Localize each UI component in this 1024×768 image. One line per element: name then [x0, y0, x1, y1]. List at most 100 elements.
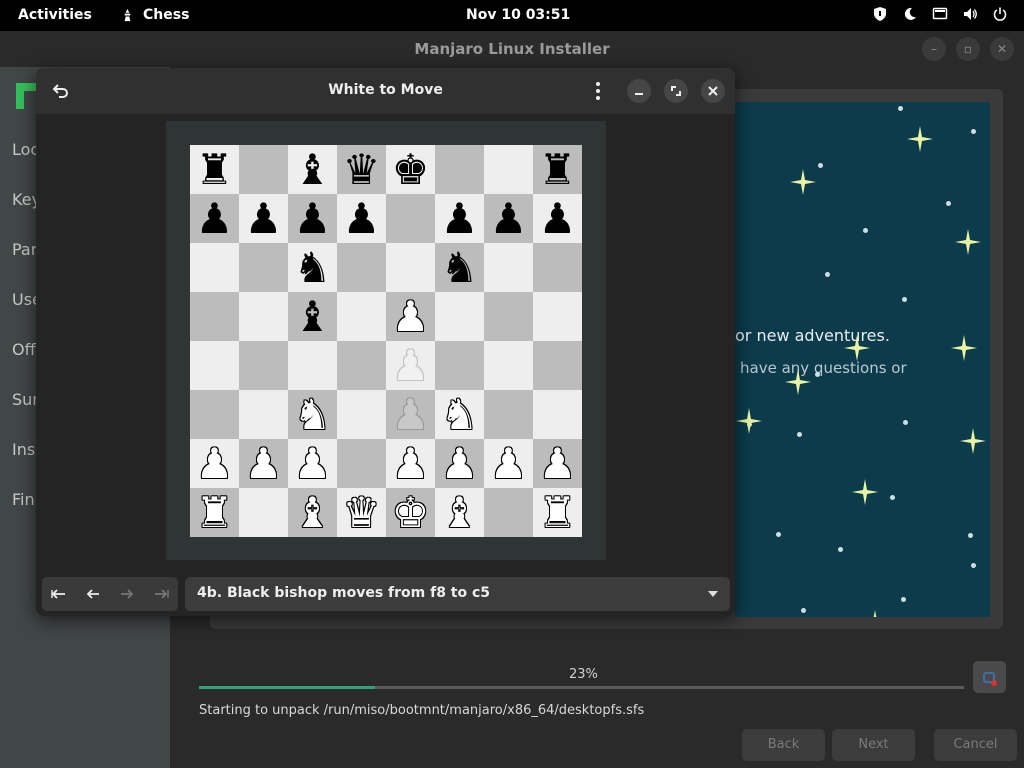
white-pawn-icon[interactable]: ♟ [294, 439, 332, 488]
square-g8[interactable] [484, 145, 533, 194]
square-e6[interactable] [386, 243, 435, 292]
white-knight-icon[interactable]: ♞ [441, 390, 479, 439]
toggle-log-button[interactable] [973, 661, 1006, 693]
square-c4[interactable] [288, 341, 337, 390]
square-f3[interactable]: ♞ [435, 390, 484, 439]
white-queen-icon[interactable]: ♛ [343, 488, 381, 537]
square-e5[interactable]: ♟ [386, 292, 435, 341]
square-b5[interactable] [239, 292, 288, 341]
black-pawn-icon[interactable]: ♟ [245, 194, 283, 243]
square-a3[interactable] [190, 390, 239, 439]
square-b8[interactable] [239, 145, 288, 194]
next-move-button[interactable] [110, 577, 144, 611]
chess-minimize-button[interactable] [627, 79, 651, 103]
white-pawn-icon[interactable]: ♟ [196, 439, 234, 488]
square-d8[interactable]: ♛ [337, 145, 386, 194]
white-pawn-icon[interactable]: ♟ [392, 292, 430, 341]
black-knight-icon[interactable]: ♞ [441, 243, 479, 292]
white-pawn-icon[interactable]: ♟ [490, 439, 528, 488]
white-pawn-icon[interactable]: ♟ [392, 439, 430, 488]
black-pawn-icon[interactable]: ♟ [539, 194, 577, 243]
black-bishop-icon[interactable]: ♝ [294, 292, 332, 341]
square-b1[interactable] [239, 488, 288, 537]
white-pawn-icon[interactable]: ♟ [539, 439, 577, 488]
square-h5[interactable] [533, 292, 582, 341]
volume-icon[interactable] [962, 6, 978, 22]
white-rook-icon[interactable]: ♜ [196, 488, 234, 537]
move-history-dropdown[interactable]: 4b. Black bishop moves from f8 to c5 [185, 577, 730, 611]
square-f5[interactable] [435, 292, 484, 341]
power-icon[interactable] [992, 6, 1008, 22]
square-g6[interactable] [484, 243, 533, 292]
square-h6[interactable] [533, 243, 582, 292]
square-c3[interactable]: ♞ [288, 390, 337, 439]
activities-button[interactable]: Activities [18, 7, 92, 23]
black-rook-icon[interactable]: ♜ [196, 145, 234, 194]
square-d7[interactable]: ♟ [337, 194, 386, 243]
cancel-button[interactable]: Cancel [934, 729, 1017, 761]
black-pawn-icon[interactable]: ♟ [490, 194, 528, 243]
white-knight-icon[interactable]: ♞ [294, 390, 332, 439]
installer-minimize-button[interactable]: – [922, 37, 946, 61]
square-b3[interactable] [239, 390, 288, 439]
square-e1[interactable]: ♚ [386, 488, 435, 537]
square-a1[interactable]: ♜ [190, 488, 239, 537]
square-c5[interactable]: ♝ [288, 292, 337, 341]
first-move-button[interactable] [42, 577, 76, 611]
chess-maximize-button[interactable] [664, 79, 688, 103]
next-button[interactable]: Next [832, 729, 915, 761]
square-e4[interactable]: ♟ [386, 341, 435, 390]
back-button[interactable]: Back [742, 729, 825, 761]
square-c1[interactable]: ♝ [288, 488, 337, 537]
square-c2[interactable]: ♟ [288, 439, 337, 488]
square-g1[interactable] [484, 488, 533, 537]
square-d4[interactable] [337, 341, 386, 390]
square-d1[interactable]: ♛ [337, 488, 386, 537]
square-b2[interactable]: ♟ [239, 439, 288, 488]
square-g4[interactable] [484, 341, 533, 390]
square-a6[interactable] [190, 243, 239, 292]
white-pawn-icon[interactable]: ♟ [441, 439, 479, 488]
privacy-shield-icon[interactable] [872, 6, 888, 22]
square-d2[interactable] [337, 439, 386, 488]
square-c8[interactable]: ♝ [288, 145, 337, 194]
square-g7[interactable]: ♟ [484, 194, 533, 243]
square-h7[interactable]: ♟ [533, 194, 582, 243]
square-f7[interactable]: ♟ [435, 194, 484, 243]
clock[interactable]: Nov 10 03:51 [466, 7, 570, 23]
black-knight-icon[interactable]: ♞ [294, 243, 332, 292]
black-queen-icon[interactable]: ♛ [343, 145, 381, 194]
black-pawn-icon[interactable]: ♟ [294, 194, 332, 243]
square-b4[interactable] [239, 341, 288, 390]
black-pawn-icon[interactable]: ♟ [441, 194, 479, 243]
black-bishop-icon[interactable]: ♝ [294, 145, 332, 194]
square-a7[interactable]: ♟ [190, 194, 239, 243]
square-d5[interactable] [337, 292, 386, 341]
black-pawn-icon[interactable]: ♟ [196, 194, 234, 243]
square-h1[interactable]: ♜ [533, 488, 582, 537]
square-h8[interactable]: ♜ [533, 145, 582, 194]
last-move-button[interactable] [144, 577, 178, 611]
square-d6[interactable] [337, 243, 386, 292]
white-pawn-icon[interactable]: ♟ [245, 439, 283, 488]
square-h4[interactable] [533, 341, 582, 390]
square-f2[interactable]: ♟ [435, 439, 484, 488]
white-bishop-icon[interactable]: ♝ [294, 488, 332, 537]
square-e7[interactable] [386, 194, 435, 243]
kebab-menu-icon[interactable] [590, 80, 606, 102]
square-b6[interactable] [239, 243, 288, 292]
installer-close-button[interactable]: ✕ [990, 37, 1014, 61]
square-c6[interactable]: ♞ [288, 243, 337, 292]
square-h3[interactable] [533, 390, 582, 439]
previous-move-button[interactable] [76, 577, 110, 611]
chess-board[interactable]: ♜ ♝ ♛ ♚ ♜ ♟ ♟ ♟ ♟ ♟ ♟ ♟ ♞ ♞ ♝ ♟ ♟ ♞ ♟ ♞ ♟ ♟ ♟ ♟ ♟ ♟ ♟ ♜ ♝ ♛ ♚ ♝ ♜ [190, 145, 582, 537]
square-f8[interactable] [435, 145, 484, 194]
square-a8[interactable]: ♜ [190, 145, 239, 194]
square-a2[interactable]: ♟ [190, 439, 239, 488]
square-g3[interactable] [484, 390, 533, 439]
square-c7[interactable]: ♟ [288, 194, 337, 243]
white-bishop-icon[interactable]: ♝ [441, 488, 479, 537]
installer-maximize-button[interactable]: ▫ [956, 37, 980, 61]
square-f6[interactable]: ♞ [435, 243, 484, 292]
square-e2[interactable]: ♟ [386, 439, 435, 488]
